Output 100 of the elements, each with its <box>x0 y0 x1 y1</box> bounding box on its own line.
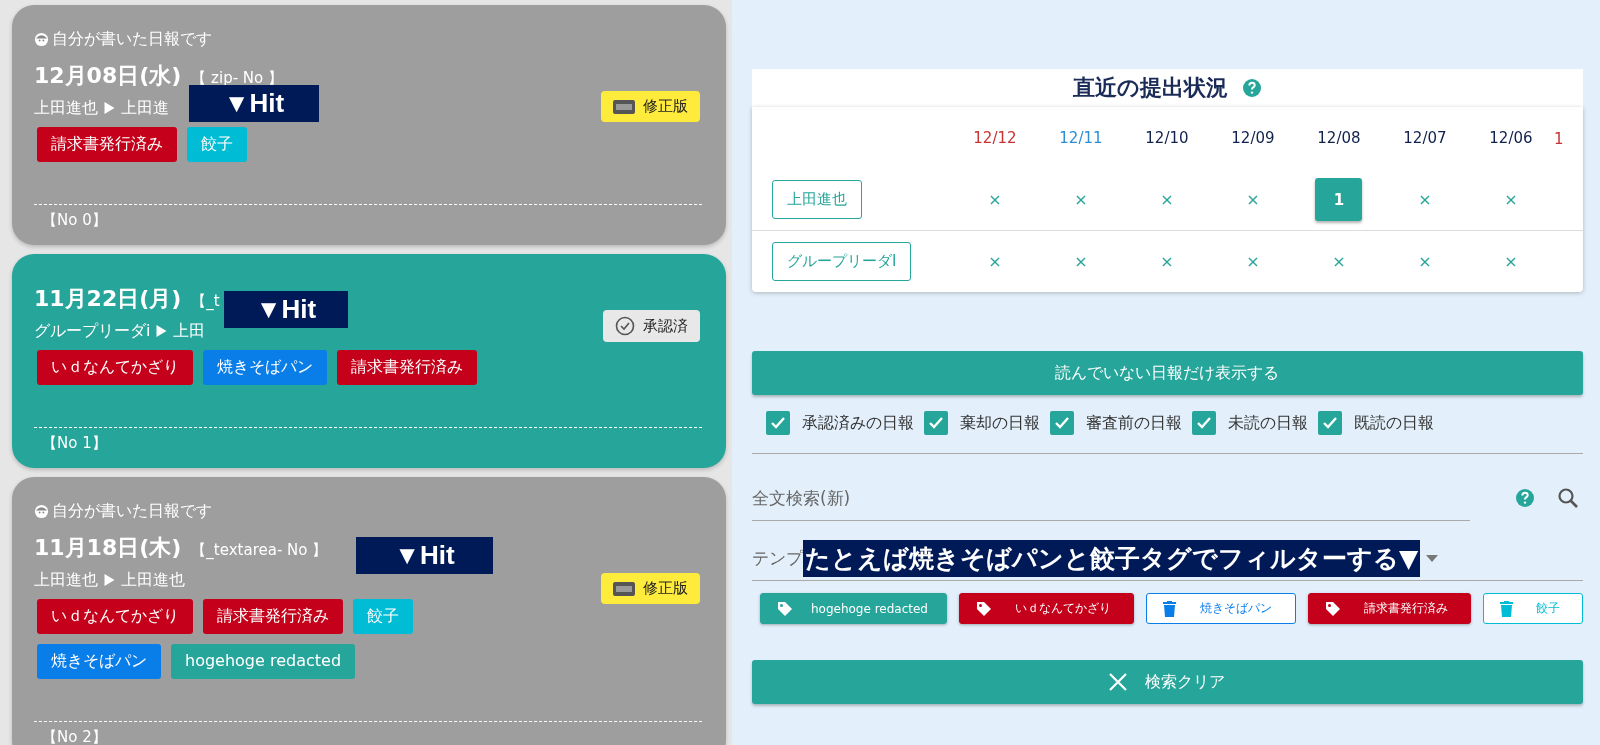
report-title: 【_textarea- No 】 <box>191 541 328 560</box>
close-icon <box>1109 673 1128 691</box>
filter-checkbox[interactable] <box>1191 411 1216 435</box>
filter-label: 既読の日報 <box>1353 412 1434 434</box>
unread-only-button[interactable]: 読んでいない日報だけ表示する <box>751 351 1583 395</box>
filter-label: 承認済みの日報 <box>801 412 914 434</box>
check-icon <box>1321 416 1338 430</box>
tag-label: hogehoge redacted <box>171 644 356 679</box>
tag-label: 焼きそばパン <box>37 644 161 679</box>
date-header: 12/12 <box>973 129 1017 147</box>
no-report-mark: × <box>1332 252 1346 271</box>
receiver-name: 上田 <box>173 320 206 342</box>
date-header: 12/10 <box>1145 129 1189 147</box>
no-report-mark: × <box>1160 190 1174 209</box>
status-title: 直近の提出状況 <box>1072 74 1228 102</box>
search-icon[interactable] <box>1557 487 1579 509</box>
report-number: 【No 0】 <box>34 204 702 235</box>
no-report-mark: × <box>1074 252 1088 271</box>
template-annotation: たとえば焼きそばパンと餃子タグでフィルターする▼ <box>802 539 1421 577</box>
trash-icon <box>1500 600 1513 617</box>
member-button[interactable]: 上田進也 <box>771 180 862 219</box>
play-icon <box>104 574 115 586</box>
tag-filter-chip[interactable]: 請求書発行済み <box>1308 593 1471 624</box>
report-number: 【No 2】 <box>34 721 702 745</box>
filter-checkbox[interactable] <box>765 411 790 435</box>
tag-label: いｄなんてかざり <box>37 350 193 385</box>
filter-label: 審査前の日報 <box>1085 412 1182 434</box>
date-header: 1 <box>1553 129 1564 148</box>
tag-label: いｄなんてかざり <box>37 599 193 634</box>
date-header: 12/06 <box>1489 129 1533 147</box>
report-date: 11月18日(木) <box>34 534 182 562</box>
author-note: 自分が書いた日報です <box>52 500 212 522</box>
report-count[interactable]: 1 <box>1315 178 1363 221</box>
report-date: 11月22日(月) <box>34 285 182 313</box>
no-report-mark: × <box>1246 252 1260 271</box>
report-title: 【_t <box>191 292 220 311</box>
sender-name: 上田進也 <box>34 97 98 119</box>
tag-filter-chip[interactable]: 餃子 <box>1483 593 1583 624</box>
author-note: 自分が書いた日報です <box>52 28 212 50</box>
tag-icon <box>1325 600 1341 617</box>
search-field[interactable]: 全文検索(新) <box>751 475 1470 521</box>
report-number: 【No 1】 <box>34 427 702 458</box>
tag-label: 餃子 <box>353 599 413 634</box>
help-icon[interactable] <box>1241 78 1262 98</box>
check-icon <box>927 416 944 430</box>
tag-label: 餃子 <box>187 127 247 162</box>
tag-icon <box>776 600 793 617</box>
no-report-mark: × <box>1246 190 1260 209</box>
receiver-name: 上田進 <box>121 97 169 119</box>
sender-name: グループリーダi <box>34 320 151 342</box>
no-report-mark: × <box>1418 190 1432 209</box>
help-icon[interactable] <box>1515 488 1535 508</box>
play-icon <box>156 325 168 337</box>
tag-filter-chip[interactable]: hogehoge redacted <box>759 593 947 624</box>
filter-label: 未読の日報 <box>1227 412 1308 434</box>
hit-annotation: ▼Hit <box>356 537 493 574</box>
date-header: 12/11 <box>1059 129 1103 147</box>
clear-search-button[interactable]: 検索クリア <box>751 660 1583 704</box>
sender-name: 上田進也 <box>34 569 98 591</box>
trash-icon <box>1163 600 1176 617</box>
tag-filter-chip[interactable]: いｄなんてかざり <box>959 593 1134 624</box>
filter-label: 棄却の日報 <box>959 412 1040 434</box>
report-date: 12月08日(水) <box>34 62 182 90</box>
date-header: 12/07 <box>1403 129 1447 147</box>
check-icon <box>1053 416 1070 430</box>
template-label: テンプ <box>751 546 803 570</box>
play-icon <box>104 102 115 114</box>
filter-checkbox[interactable] <box>1317 411 1342 435</box>
tag-icon <box>976 600 992 617</box>
badge-label: 修正版 <box>642 97 688 116</box>
tag-filter-chip[interactable]: 焼きそばパン <box>1146 593 1296 624</box>
tag-label: 請求書発行済み <box>203 599 343 634</box>
tag-label: 請求書発行済み <box>37 127 177 162</box>
receiver-name: 上田進也 <box>121 569 185 591</box>
report-card[interactable]: 自分が書いた日報です 12月08日(水) 【 zip- No 】 上田進也 上田進 ▼Hit 修正版 請求書発行済み 餃子 【No 0】 <box>12 5 726 245</box>
dropdown-caret-icon[interactable] <box>1426 554 1439 562</box>
no-report-mark: × <box>1074 190 1088 209</box>
member-button[interactable]: グループリーダI <box>771 242 912 281</box>
date-header: 12/09 <box>1231 129 1275 147</box>
report-card[interactable]: 11月22日(月) 【_t グループリーダi 上田 ▼Hit 承認済 いｄなんてかざり 焼きそばパン 請求書発行済み 【No 1】 <box>12 254 726 468</box>
filter-checkbox[interactable] <box>923 411 948 435</box>
face-icon <box>34 503 49 519</box>
hit-annotation: ▼Hit <box>224 291 348 328</box>
badge-label: 承認済 <box>642 316 688 336</box>
new-icon <box>612 581 635 596</box>
no-report-mark: × <box>988 252 1002 271</box>
no-report-mark: × <box>1504 252 1518 271</box>
tag-label: 請求書発行済み <box>337 350 477 385</box>
check-circle-icon <box>614 316 635 336</box>
check-icon <box>1195 416 1212 430</box>
no-report-mark: × <box>1504 190 1518 209</box>
check-icon <box>769 416 786 430</box>
report-card[interactable]: 自分が書いた日報です 11月18日(木) 【_textarea- No 】 上田進也 上田進也 ▼Hit 修正版 いｄなんてかざり 請求書発行済み 餃子 焼きそばパン hogehoge redacted 【No 2】 <box>12 477 726 745</box>
badge-label: 修正版 <box>642 579 688 598</box>
no-report-mark: × <box>988 190 1002 209</box>
face-icon <box>34 31 49 47</box>
no-report-mark: × <box>1160 252 1174 271</box>
filter-checkbox[interactable] <box>1049 411 1074 435</box>
date-header: 12/08 <box>1317 129 1361 147</box>
hit-annotation: ▼Hit <box>189 85 319 122</box>
